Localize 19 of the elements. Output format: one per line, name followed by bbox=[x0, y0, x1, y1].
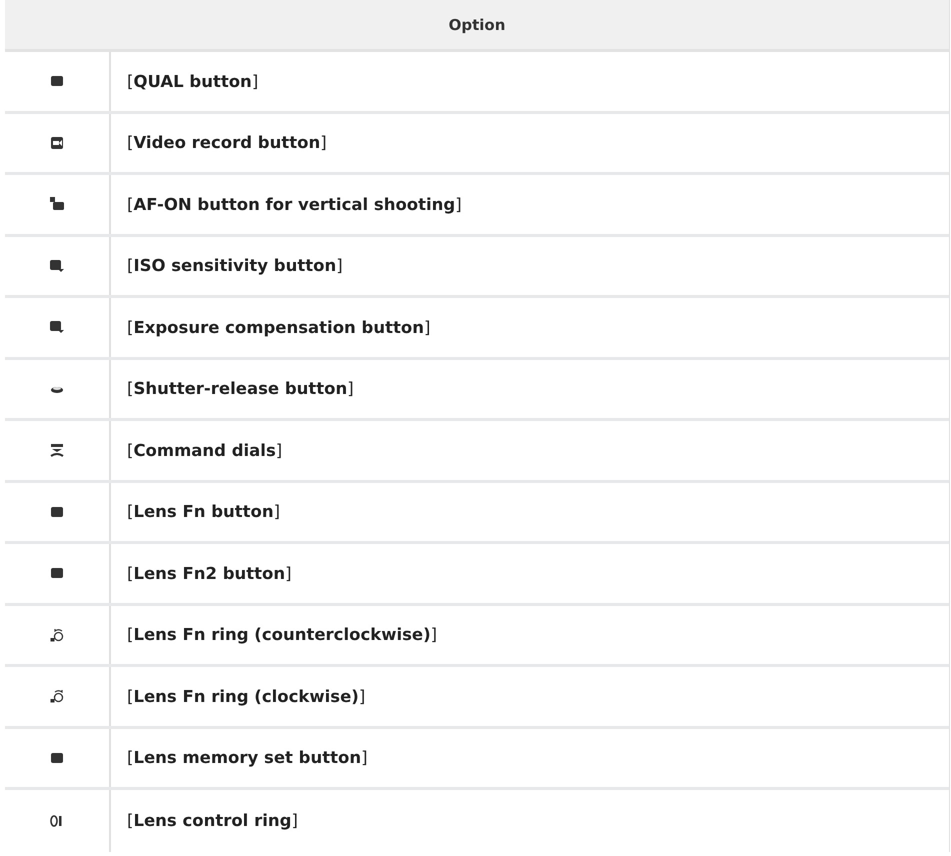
column-header: Option bbox=[448, 16, 506, 34]
option-text: [Lens control ring] bbox=[127, 811, 298, 830]
option-text: [Lens Fn ring (counterclockwise)] bbox=[127, 625, 438, 644]
option-text: [ISO sensitivity button] bbox=[127, 256, 343, 276]
option-text: [Lens memory set button] bbox=[127, 748, 368, 768]
ring-arrow-icon bbox=[50, 628, 64, 642]
option-text: [Command dials] bbox=[127, 440, 282, 460]
option-text: [Lens Fn button] bbox=[127, 502, 280, 522]
lens-ring-icon bbox=[50, 814, 64, 828]
option-text: [Exposure compensation button] bbox=[127, 318, 430, 337]
option-text: [Shutter-release button] bbox=[127, 379, 354, 398]
option-text: [AF-ON button for vertical shooting] bbox=[127, 194, 462, 214]
video-camera-icon bbox=[50, 136, 64, 150]
ring-arrow-icon bbox=[50, 689, 64, 704]
dial-icon bbox=[50, 443, 64, 458]
option-text: [QUAL button] bbox=[127, 72, 258, 91]
option-text: [Lens Fn ring (clockwise)] bbox=[127, 686, 366, 706]
option-text: [Video record button] bbox=[127, 133, 327, 152]
option-text: [Lens Fn2 button] bbox=[127, 564, 292, 583]
